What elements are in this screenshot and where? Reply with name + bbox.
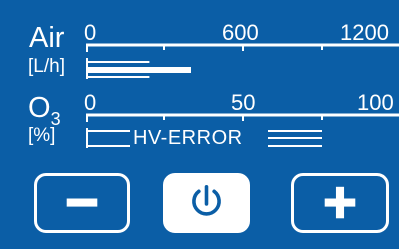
air-label: Air bbox=[29, 22, 65, 54]
plus-button[interactable] bbox=[291, 173, 389, 233]
air-bar-main bbox=[87, 67, 191, 73]
ozone-tick-label-0: 0 bbox=[84, 90, 97, 115]
ozone-tick-label-2: 100 bbox=[357, 90, 394, 115]
power-icon bbox=[192, 185, 221, 216]
air-tick-label-1: 600 bbox=[222, 20, 259, 45]
power-button[interactable] bbox=[163, 173, 250, 233]
air-bar-upper bbox=[87, 61, 150, 63]
device-screen: Air [L/h] 0 600 1200 O3 [%] 0 50 100 HV-… bbox=[0, 0, 399, 249]
air-tick-label-0: 0 bbox=[84, 20, 97, 45]
ozone-unit: [%] bbox=[28, 125, 56, 146]
ozone-label-main: O bbox=[28, 92, 51, 124]
plus-icon bbox=[324, 186, 356, 219]
minus-icon bbox=[66, 198, 98, 207]
ozone-label: O3 bbox=[28, 92, 61, 129]
ozone-error-text: HV-ERROR bbox=[133, 127, 243, 149]
ozone-tick-label-1: 50 bbox=[231, 90, 256, 115]
air-bar-lower bbox=[87, 76, 150, 78]
air-unit: [L/h] bbox=[28, 56, 65, 77]
minus-button[interactable] bbox=[34, 173, 130, 233]
air-tick-label-2: 1200 bbox=[340, 20, 389, 45]
